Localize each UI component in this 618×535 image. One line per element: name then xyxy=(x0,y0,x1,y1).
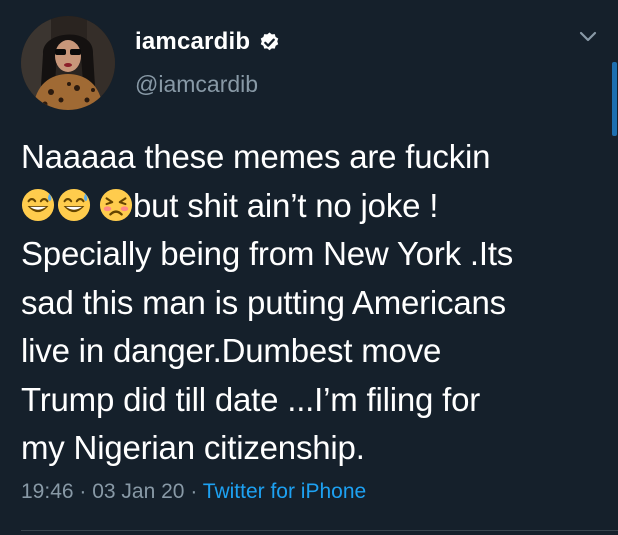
scrollbar[interactable] xyxy=(612,62,617,136)
divider xyxy=(21,530,618,531)
tweet-line-with-emoji: but shit ain’t no joke ! xyxy=(21,182,611,231)
tweet-line: Trump did till date ...I’m filing for xyxy=(21,380,481,418)
tweet-meta: 19:46 · 03 Jan 20 · Twitter for iPhone xyxy=(21,480,366,504)
tweet-line: Specially being from New York .Its xyxy=(21,235,514,272)
tweet-line: Naaaaa these memes are fuckin xyxy=(21,138,491,175)
tweet-detail: iamcardib @iamcardib Naaaaa these memes … xyxy=(0,0,618,535)
verified-badge-icon xyxy=(260,31,279,50)
tweet-line-text: but shit ain’t no joke ! xyxy=(133,186,439,224)
meta-separator: · xyxy=(73,480,93,503)
author-handle[interactable]: @iamcardib xyxy=(135,71,258,98)
tweet-line: my Nigerian citizenship. xyxy=(21,429,365,466)
tweet-date[interactable]: 03 Jan 20 xyxy=(92,480,184,503)
tweet-time[interactable]: 19:46 xyxy=(21,480,74,503)
tweet-text: Naaaaa these memes are fuckin but shit a… xyxy=(21,133,611,473)
grinning-sweat-emoji xyxy=(57,188,91,221)
tweet-line: sad this man is putting Americans xyxy=(21,283,506,321)
grinning-sweat-emoji xyxy=(21,188,55,221)
avatar-image xyxy=(21,16,115,110)
chevron-down-icon[interactable] xyxy=(578,30,598,44)
persevering-face-emoji xyxy=(99,188,133,221)
tweet-source-link[interactable]: Twitter for iPhone xyxy=(203,480,366,503)
tweet-line: live in danger.Dumbest move xyxy=(21,332,442,369)
meta-separator: · xyxy=(184,480,203,503)
author-name-row[interactable]: iamcardib xyxy=(135,28,281,56)
display-name[interactable]: iamcardib xyxy=(135,28,250,56)
avatar[interactable] xyxy=(21,16,115,110)
